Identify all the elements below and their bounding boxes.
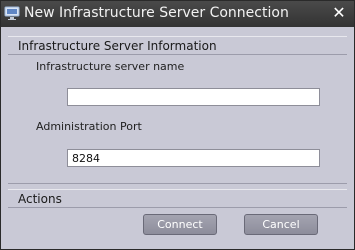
admin-port-input[interactable] xyxy=(67,149,320,167)
section-divider xyxy=(8,54,347,55)
admin-port-label: Administration Port xyxy=(36,120,142,133)
section-header-actions: Actions xyxy=(8,190,347,208)
connect-button[interactable]: Connect xyxy=(143,214,217,235)
section-divider xyxy=(8,207,347,208)
actions-section-title: Actions xyxy=(18,192,62,206)
section-header-info: Infrastructure Server Information xyxy=(8,37,347,55)
server-name-label: Infrastructure server name xyxy=(36,60,185,73)
title-bar[interactable]: New Infrastructure Server Connection ✕ xyxy=(1,1,354,27)
info-section-title: Infrastructure Server Information xyxy=(18,39,217,53)
section-divider xyxy=(8,183,347,184)
close-icon[interactable]: ✕ xyxy=(331,5,347,21)
dialog-window: New Infrastructure Server Connection ✕ I… xyxy=(0,0,355,250)
window-title: New Infrastructure Server Connection xyxy=(24,5,289,21)
server-name-input[interactable] xyxy=(67,88,320,106)
cancel-button[interactable]: Cancel xyxy=(244,214,318,235)
monitor-icon xyxy=(4,6,20,20)
